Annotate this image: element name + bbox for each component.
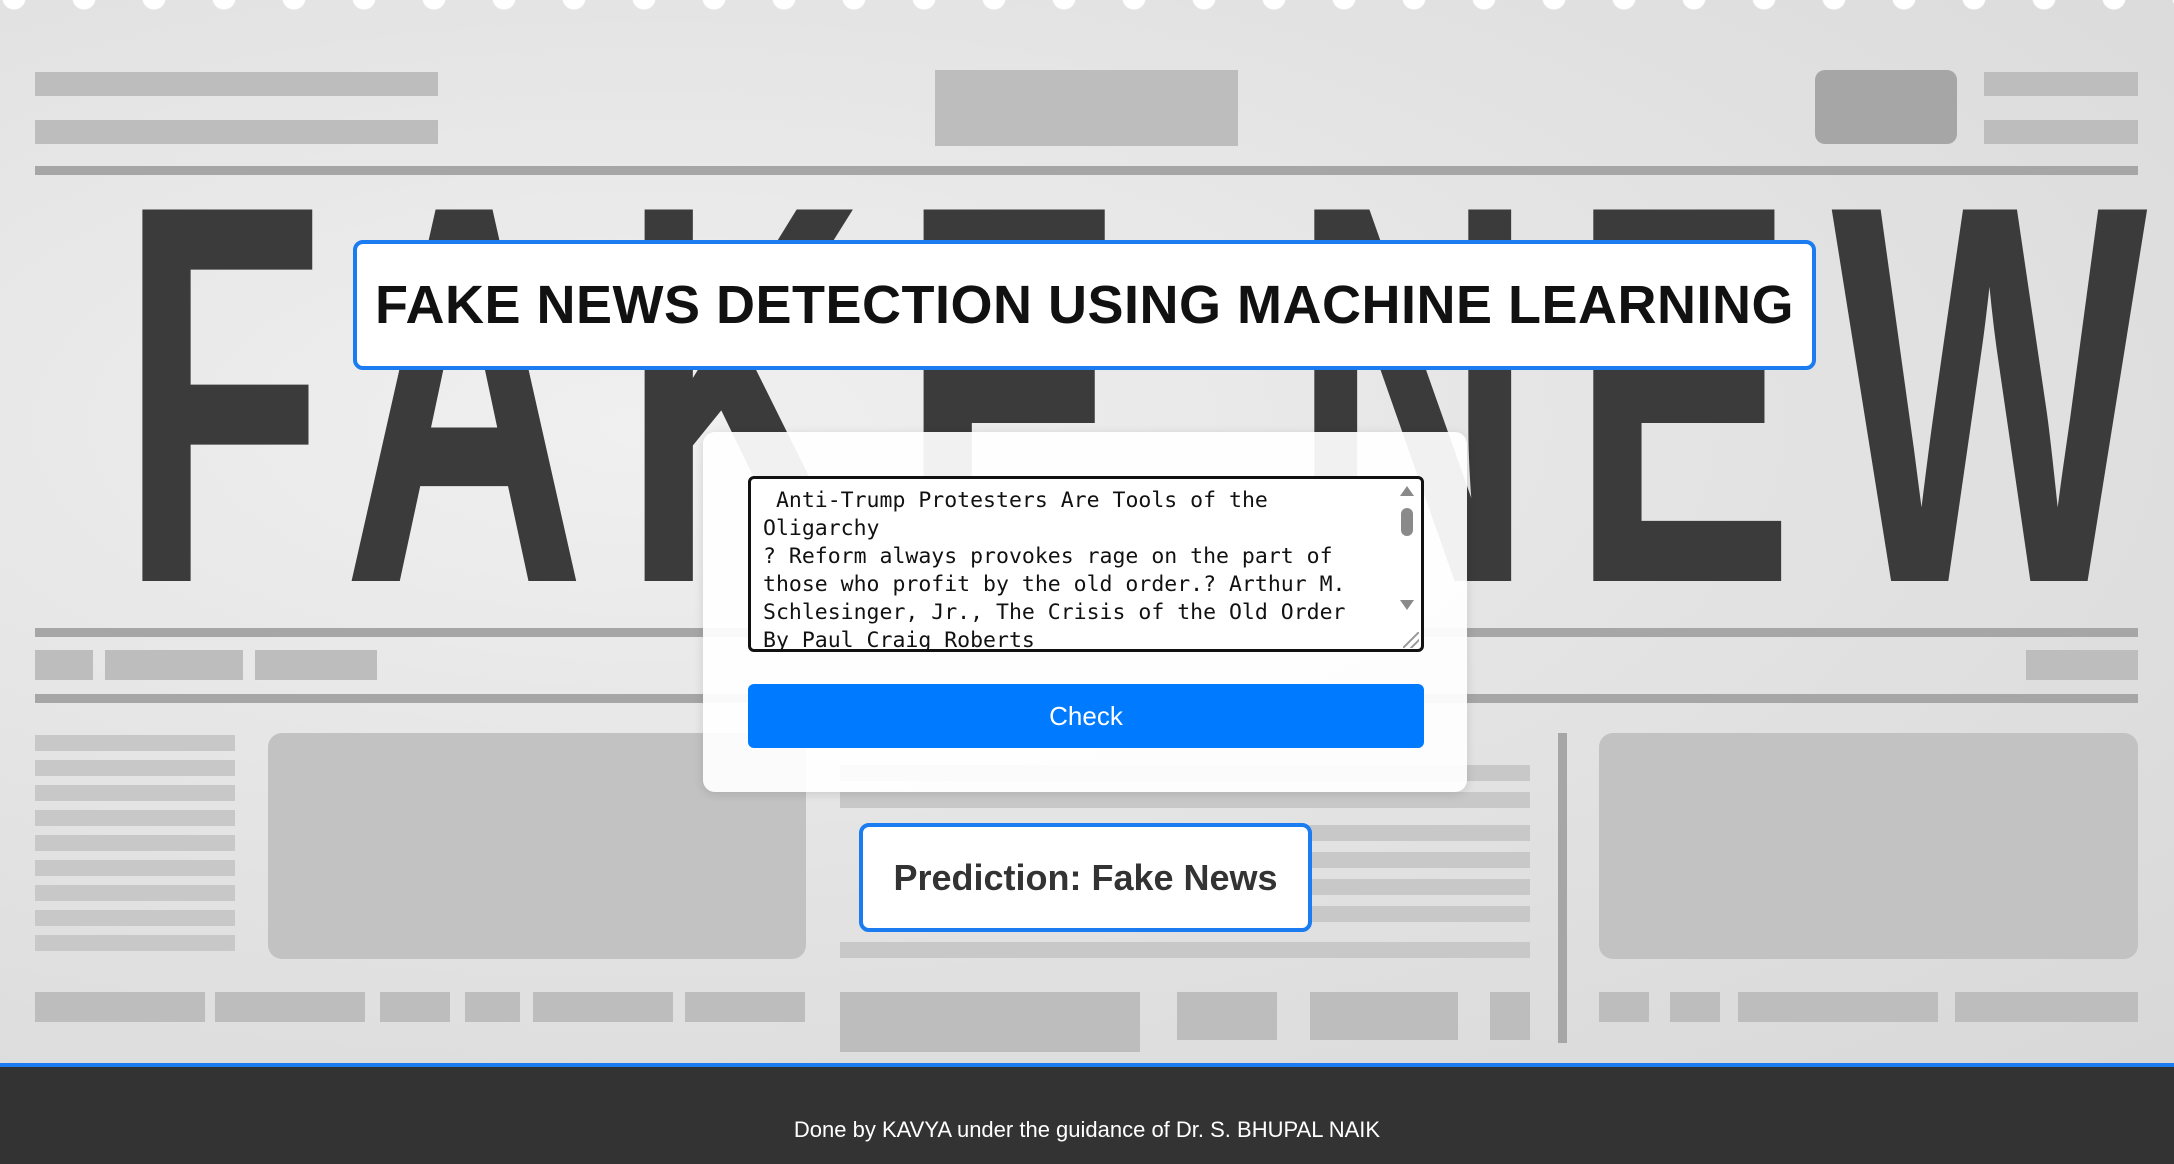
bg-bar: [2026, 650, 2138, 680]
bg-bar: [1738, 992, 1938, 1022]
bg-bar: [380, 992, 450, 1022]
prediction-text: Prediction: Fake News: [893, 856, 1278, 898]
bg-bar: [533, 992, 673, 1022]
scrollbar-thumb[interactable]: [1401, 508, 1413, 536]
bg-line: [35, 860, 235, 876]
bg-bar: [1670, 992, 1720, 1022]
bg-line: [35, 760, 235, 776]
bg-bar: [840, 992, 1140, 1052]
news-text-input[interactable]: Anti-Trump Protesters Are Tools of the O…: [748, 476, 1424, 652]
bg-rule: [1558, 733, 1567, 1043]
bg-line: [35, 835, 235, 851]
bg-bar: [1310, 992, 1458, 1040]
bg-bar: [215, 992, 365, 1022]
footer: Done by KAVYA under the guidance of Dr. …: [0, 1063, 2174, 1164]
bg-line: [1300, 825, 1530, 841]
bg-line: [35, 935, 235, 951]
bg-line: [35, 810, 235, 826]
bg-line: [35, 910, 235, 926]
bg-line: [1300, 852, 1530, 868]
scalloped-edge: [0, 0, 2174, 10]
bg-line: [35, 885, 235, 901]
bg-line: [840, 942, 1530, 958]
bg-bar: [1490, 992, 1530, 1040]
bg-bar: [35, 992, 205, 1022]
bg-line: [840, 792, 1530, 808]
bg-image-panel: [1599, 733, 2138, 959]
bg-bar: [1955, 992, 2138, 1022]
bg-bar: [685, 992, 805, 1022]
scroll-up-arrow-icon[interactable]: [1400, 486, 1414, 496]
bg-bar: [105, 650, 243, 680]
bg-bar: [1599, 992, 1649, 1022]
bg-line: [35, 735, 235, 751]
textarea-scrollbar[interactable]: [1394, 482, 1418, 646]
resize-grip-icon[interactable]: [1403, 632, 1419, 648]
scroll-down-arrow-icon[interactable]: [1400, 600, 1414, 610]
check-button[interactable]: Check: [748, 684, 1424, 748]
bg-bar: [465, 992, 520, 1022]
bg-bar: [35, 650, 93, 680]
bg-bar: [1177, 992, 1277, 1040]
prediction-result: Prediction: Fake News: [859, 823, 1312, 932]
page-title: FAKE NEWS DETECTION USING MACHINE LEARNI…: [374, 275, 1795, 335]
title-card: FAKE NEWS DETECTION USING MACHINE LEARNI…: [353, 240, 1816, 370]
footer-credit: Done by KAVYA under the guidance of Dr. …: [793, 1116, 1381, 1142]
bg-line: [1300, 879, 1530, 895]
bg-line: [35, 785, 235, 801]
bg-bar: [255, 650, 377, 680]
bg-line: [1300, 906, 1530, 922]
news-form: Anti-Trump Protesters Are Tools of the O…: [703, 432, 1467, 792]
